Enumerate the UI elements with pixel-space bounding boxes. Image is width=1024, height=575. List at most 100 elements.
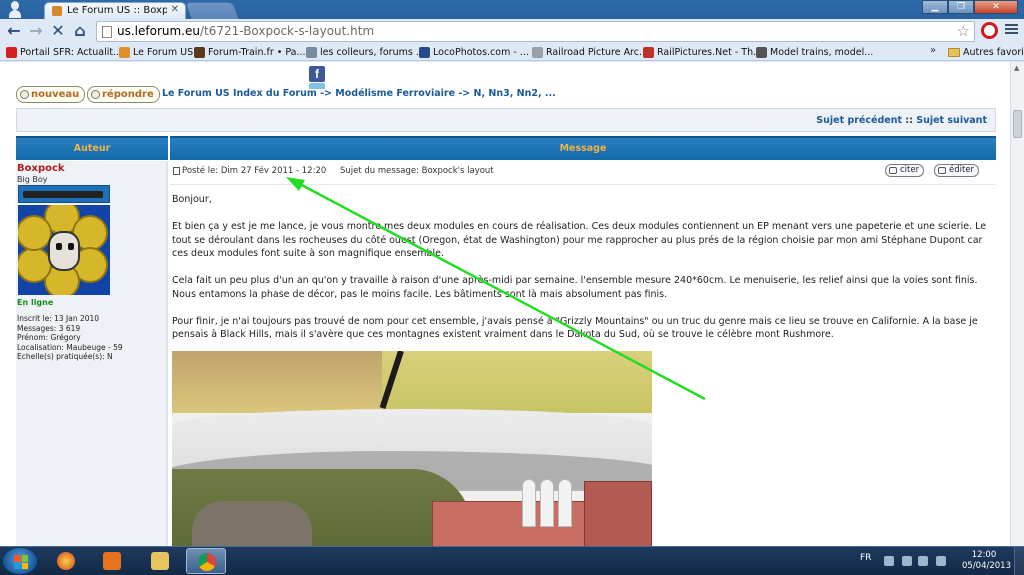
quote-button[interactable]: citer: [885, 164, 925, 177]
tray-arrow-icon[interactable]: [884, 556, 894, 566]
scroll-up-icon[interactable]: ▲: [1014, 64, 1019, 72]
browser-tab-strip: Le Forum US :: Boxpock's ✕ ▁ ❐ ✕: [0, 0, 1024, 19]
forum-nav: nouveau répondre Le Forum US Index du Fo…: [16, 86, 996, 104]
home-icon[interactable]: ⌂: [70, 21, 90, 41]
taskbar-explorer[interactable]: [140, 548, 180, 574]
close-window-button[interactable]: ✕: [974, 0, 1018, 14]
column-header-message: Message: [170, 136, 996, 160]
menu-icon[interactable]: [1005, 24, 1018, 35]
bookmark-icon: [119, 47, 130, 58]
clock-time: 12:00: [971, 550, 997, 560]
post-paragraph: Cela fait un peu plus d'un an qu'on y tr…: [172, 275, 978, 300]
bookmark-icon: [194, 47, 205, 58]
author-panel: Boxpock Big Boy En ligne Inscrit le: 13 …: [16, 161, 168, 546]
author-info-line: Messages: 3 619: [17, 323, 81, 333]
page-viewport: f nouveau répondre Le Forum US Index du …: [0, 62, 1024, 546]
online-status: En ligne: [17, 298, 54, 307]
folder-icon: [151, 552, 169, 570]
start-button[interactable]: [2, 547, 38, 575]
topic-nav-bar: Sujet précédent :: Sujet suivant: [16, 108, 996, 132]
app-icon: [57, 552, 75, 570]
previous-topic-link[interactable]: Sujet précédent: [816, 115, 902, 126]
extension-icon[interactable]: [981, 22, 998, 39]
layout-photo: [172, 351, 652, 546]
browser-toolbar: ← → ✕ ⌂ us.leforum.eu/t6721-Boxpock-s-la…: [0, 19, 1024, 44]
avatar: [18, 205, 110, 295]
edit-button[interactable]: éditer: [934, 164, 980, 177]
bookmark-icon: [532, 47, 543, 58]
bookmark-star-icon[interactable]: ☆: [957, 22, 970, 40]
post-table-header: Auteur Message: [16, 136, 996, 160]
bookmark-item[interactable]: Railroad Picture Arc...: [532, 45, 648, 60]
post-subject: Sujet du message: Boxpock's layout: [340, 166, 494, 176]
new-topic-button[interactable]: nouveau: [16, 86, 86, 103]
stop-icon[interactable]: ✕: [48, 21, 68, 41]
reply-button[interactable]: répondre: [87, 86, 160, 103]
post-icon: [173, 167, 180, 175]
bookmark-icon: [756, 47, 767, 58]
other-bookmarks-folder[interactable]: Autres favoris: [948, 45, 1024, 60]
breadcrumb[interactable]: Le Forum US Index du Forum -> Modélisme …: [162, 88, 556, 99]
bookmarks-bar: Portail SFR: Actualit... Le Forum US For…: [0, 44, 1024, 61]
message-panel: Posté le: Dim 27 Fév 2011 - 12:20 Sujet …: [170, 161, 996, 546]
post-header: Posté le: Dim 27 Fév 2011 - 12:20 Sujet …: [170, 161, 996, 185]
post-paragraph: Pour finir, je n'ai toujours pas trouvé …: [172, 315, 978, 341]
bookmark-icon: [6, 47, 17, 58]
next-topic-link[interactable]: Sujet suivant: [916, 115, 987, 126]
post-paragraph: Bonjour,: [172, 194, 212, 205]
bookmark-item[interactable]: Forum-Train.fr • Pa...: [194, 45, 306, 60]
pen-icon: [20, 90, 29, 99]
tab-active[interactable]: Le Forum US :: Boxpock's ✕: [44, 2, 186, 19]
bookmark-icon: [643, 47, 654, 58]
taskbar-app-2[interactable]: [92, 548, 132, 574]
bookmark-item[interactable]: RailPictures.Net - Th...: [643, 45, 762, 60]
folder-icon: [948, 48, 960, 57]
author-rank: Big Boy: [17, 175, 48, 184]
bookmarks-overflow-button[interactable]: »: [930, 45, 936, 56]
url-text: us.leforum.eu/t6721-Boxpock-s-layout.htm: [117, 24, 375, 38]
window-controls: ▁ ❐ ✕: [922, 0, 1018, 14]
facebook-icon[interactable]: f: [309, 66, 325, 82]
minimize-button[interactable]: ▁: [922, 0, 948, 14]
taskbar-app-1[interactable]: [46, 548, 86, 574]
bookmark-icon: [306, 47, 317, 58]
address-bar[interactable]: us.leforum.eu/t6721-Boxpock-s-layout.htm…: [96, 21, 975, 42]
pen-icon: [91, 90, 100, 99]
network-icon[interactable]: [936, 556, 946, 566]
author-name[interactable]: Boxpock: [17, 163, 65, 174]
bookmark-item[interactable]: Portail SFR: Actualit...: [6, 45, 122, 60]
bookmark-icon: [419, 47, 430, 58]
rank-image: [18, 185, 110, 203]
media-player-icon: [103, 552, 121, 570]
topic-links: Sujet précédent :: Sujet suivant: [816, 115, 987, 126]
link-separator: ::: [905, 115, 913, 126]
bookmark-item[interactable]: les colleurs, forums ...: [306, 45, 425, 60]
windows-logo-icon: [14, 555, 28, 569]
language-indicator[interactable]: FR: [860, 553, 871, 563]
scrollbar-thumb[interactable]: [1013, 110, 1022, 138]
user-profile-icon[interactable]: [8, 1, 22, 18]
volume-icon[interactable]: [902, 556, 912, 566]
author-info-line: Inscrit le: 13 Jan 2010: [17, 314, 100, 323]
column-header-author: Auteur: [16, 136, 168, 160]
bookmark-item[interactable]: Le Forum US: [119, 45, 193, 60]
post-body: Bonjour, Et bien ça y est je me lance, j…: [172, 193, 988, 355]
author-info-line: Echelle(s) pratiquée(s): N: [17, 352, 113, 361]
back-icon[interactable]: ←: [4, 21, 24, 41]
author-info: Inscrit le: 13 Jan 2010 Messages: 3 619 …: [17, 314, 123, 362]
windows-taskbar: FR 12:00 05/04/2013: [0, 546, 1024, 575]
bookmark-item[interactable]: LocoPhotos.com - ...: [419, 45, 529, 60]
vertical-scrollbar[interactable]: ▲: [1010, 62, 1024, 546]
bookmark-item[interactable]: Model trains, model...: [756, 45, 873, 60]
edit-icon: [938, 167, 946, 174]
new-tab-button[interactable]: [184, 2, 240, 19]
clock[interactable]: 12:00 05/04/2013: [962, 550, 1011, 572]
post-paragraph: Et bien ça y est je me lance, je vous mo…: [172, 221, 987, 259]
maximize-button[interactable]: ❐: [948, 0, 974, 14]
taskbar-chrome[interactable]: [186, 548, 226, 574]
close-tab-icon[interactable]: ✕: [171, 4, 179, 15]
forward-icon[interactable]: →: [26, 21, 46, 41]
show-desktop-button[interactable]: [1014, 547, 1024, 575]
quote-icon: [889, 167, 897, 174]
battery-icon[interactable]: [918, 556, 928, 566]
